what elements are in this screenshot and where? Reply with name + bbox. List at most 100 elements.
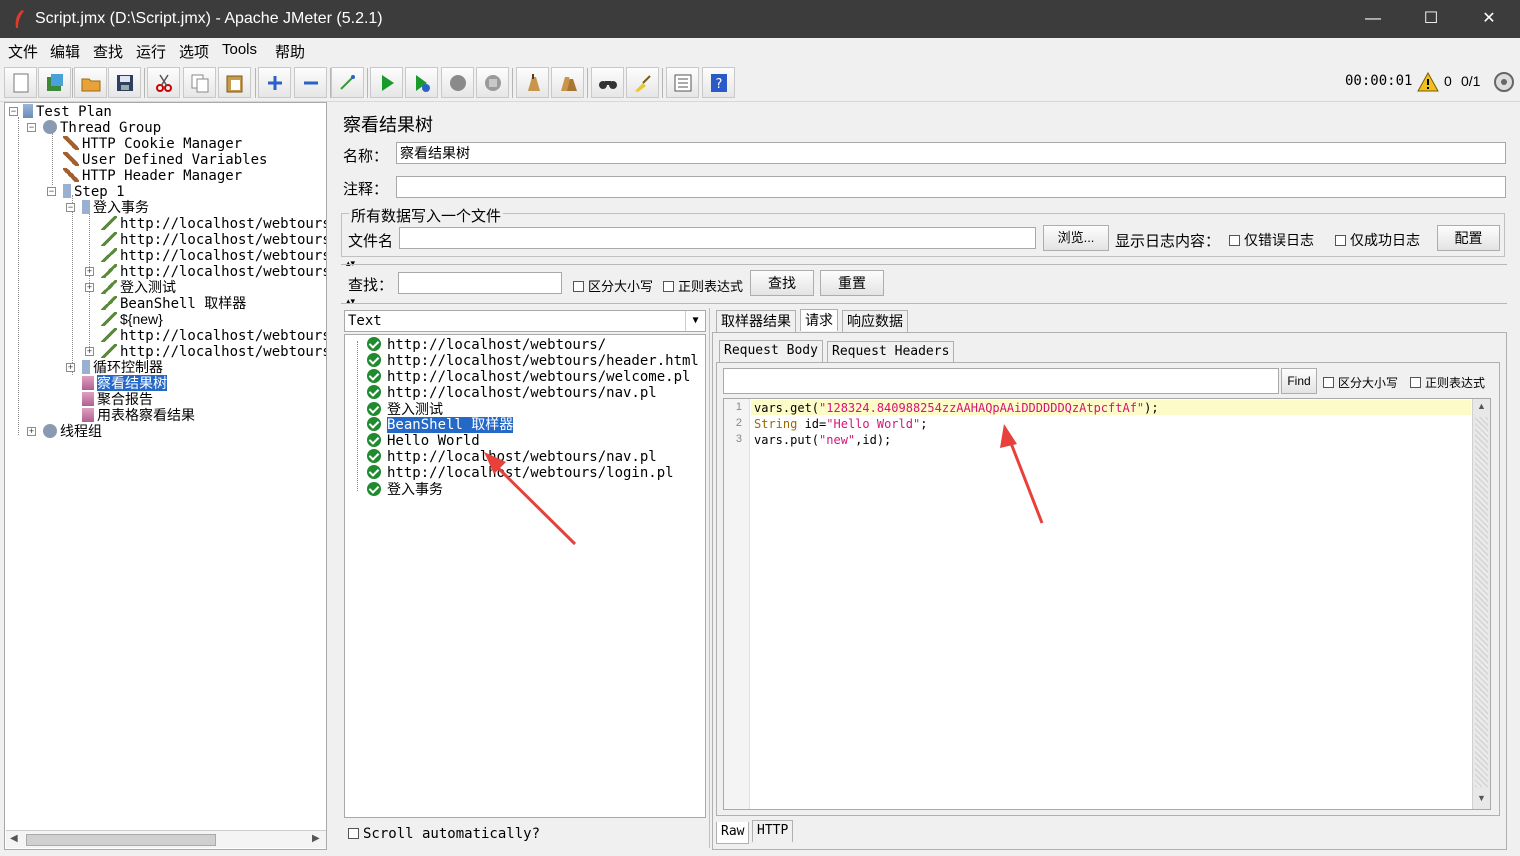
result-item[interactable]: Hello World [367, 433, 480, 449]
name-field[interactable]: 察看结果树 [396, 142, 1506, 164]
copy-icon[interactable] [183, 67, 216, 98]
tab-request[interactable]: 请求 [800, 309, 838, 331]
request-body-editor[interactable]: 1 2 3 vars.get("128324.840988254zzAAHAQp… [723, 398, 1491, 810]
cut-icon[interactable] [147, 67, 180, 98]
result-item[interactable]: http://localhost/webtours/login.pl [367, 465, 674, 481]
tree-node-view-results-tree[interactable]: 察看结果树 [82, 375, 167, 391]
menu-options[interactable]: 选项 [179, 41, 209, 62]
tab-sampler-result[interactable]: 取样器结果 [716, 310, 796, 332]
tree-expander[interactable]: + [85, 283, 94, 292]
chevron-down-icon[interactable]: ▼ [685, 311, 705, 331]
browse-button[interactable]: 浏览... [1043, 225, 1109, 251]
tree-expander[interactable]: − [9, 107, 18, 116]
comment-field[interactable] [396, 176, 1506, 198]
body-regex-checkbox[interactable]: 正则表达式 [1410, 374, 1485, 391]
tree-node-beanshell-sampler[interactable]: BeanShell 取样器 [101, 295, 246, 312]
tree-node-loop-controller[interactable]: 循环控制器 [82, 359, 163, 375]
body-find-button[interactable]: Find [1281, 368, 1317, 394]
clear-all-icon[interactable] [551, 67, 584, 98]
tree-horizontal-scrollbar[interactable]: ◀ ▶ [6, 830, 326, 848]
tree-node-http-sampler[interactable]: http://localhost/webtours/ [101, 327, 326, 344]
tree-expander[interactable]: + [85, 347, 94, 356]
function-helper-icon[interactable] [666, 67, 699, 98]
tab-response-data[interactable]: 响应数据 [842, 310, 908, 332]
tree-expander[interactable]: − [66, 203, 75, 212]
tree-node-http-sampler[interactable]: http://localhost/webtours/ [101, 215, 326, 232]
tree-node-http-sampler[interactable]: http://localhost/webtours/ [101, 247, 326, 264]
case-sensitive-checkbox[interactable]: 区分大小写 [573, 276, 653, 295]
tree-node-aggregate-report[interactable]: 聚合报告 [82, 391, 153, 407]
clear-icon[interactable] [516, 67, 549, 98]
scroll-automatically-checkbox[interactable]: Scroll automatically? [348, 826, 540, 842]
tree-node-new-variable-sampler[interactable]: ${new} [101, 311, 163, 327]
result-item[interactable]: 登入测试 [367, 401, 443, 417]
new-icon[interactable] [4, 67, 37, 98]
maximize-button[interactable]: ☐ [1402, 0, 1460, 38]
collapse-icon[interactable] [294, 67, 327, 98]
reset-search-icon[interactable] [626, 67, 659, 98]
filename-field[interactable] [399, 227, 1036, 249]
success-only-checkbox[interactable]: 仅成功日志 [1335, 230, 1420, 250]
result-item[interactable]: http://localhost/webtours/nav.pl [367, 385, 657, 401]
tree-node-thread-group-2[interactable]: 线程组 [43, 423, 102, 439]
tree-expander[interactable]: − [27, 123, 36, 132]
menu-file[interactable]: 文件 [8, 41, 38, 62]
tree-node-http-sampler[interactable]: http://localhost/webtours/ [101, 263, 326, 280]
reset-button[interactable]: 重置 [820, 270, 884, 296]
expand-icon[interactable] [258, 67, 291, 98]
open-icon[interactable] [74, 67, 107, 98]
save-icon[interactable] [108, 67, 141, 98]
tree-node-user-variables[interactable]: User Defined Variables [63, 151, 267, 168]
menu-run[interactable]: 运行 [136, 41, 166, 62]
subtab-request-headers[interactable]: Request Headers [827, 341, 955, 363]
find-button[interactable]: 查找 [750, 270, 814, 296]
body-case-sensitive-checkbox[interactable]: 区分大小写 [1323, 374, 1398, 391]
regex-checkbox[interactable]: 正则表达式 [663, 276, 743, 295]
menu-search[interactable]: 查找 [93, 41, 123, 62]
tree-expander[interactable]: + [85, 267, 94, 276]
result-item[interactable]: http://localhost/webtours/ [367, 337, 606, 353]
tree-node-login-test[interactable]: 登入测试 [101, 279, 176, 295]
tree-node-http-sampler[interactable]: http://localhost/webtours/ [101, 343, 326, 360]
subtab-request-body[interactable]: Request Body [719, 340, 823, 362]
stop-icon[interactable] [441, 67, 474, 98]
start-no-pause-icon[interactable] [405, 67, 438, 98]
minimize-button[interactable]: — [1344, 0, 1402, 38]
errors-only-checkbox[interactable]: 仅错误日志 [1229, 230, 1314, 250]
tree-node-thread-group[interactable]: Thread Group [43, 119, 161, 136]
templates-icon[interactable] [38, 67, 71, 98]
renderer-select[interactable]: Text ▼ [344, 310, 706, 332]
configure-button[interactable]: 配置 [1437, 225, 1500, 251]
tree-node-view-results-table[interactable]: 用表格察看结果 [82, 407, 195, 423]
shutdown-icon[interactable] [476, 67, 509, 98]
help-icon[interactable]: ? [702, 67, 735, 98]
result-item-selected[interactable]: BeanShell 取样器 [367, 417, 514, 433]
menu-tools[interactable]: Tools [222, 41, 257, 58]
results-list[interactable]: http://localhost/webtours/ http://localh… [344, 334, 706, 818]
test-plan-tree[interactable]: − Test Plan − Thread Group HTTP Cookie M… [4, 102, 327, 850]
result-item[interactable]: http://localhost/webtours/header.html [367, 353, 699, 369]
menu-help[interactable]: 帮助 [275, 41, 305, 62]
body-search-field[interactable] [723, 368, 1279, 394]
tree-node-login-transaction[interactable]: 登入事务 [82, 199, 149, 215]
result-item[interactable]: http://localhost/webtours/nav.pl [367, 449, 657, 465]
paste-icon[interactable] [218, 67, 251, 98]
tree-node-header-manager[interactable]: HTTP Header Manager [63, 167, 242, 184]
result-item[interactable]: 登入事务 [367, 481, 443, 497]
tree-node-test-plan[interactable]: Test Plan [23, 103, 112, 120]
tab-raw[interactable]: Raw [716, 822, 750, 844]
collapse-arrows[interactable]: ▴▾ [346, 296, 355, 307]
tree-expander[interactable]: − [47, 187, 56, 196]
tree-node-http-sampler[interactable]: http://localhost/webtours/ [101, 231, 326, 248]
editor-vertical-scrollbar[interactable]: ▲ ▼ [1472, 399, 1490, 809]
start-icon[interactable] [370, 67, 403, 98]
warning-icon[interactable] [1417, 72, 1439, 92]
tab-http[interactable]: HTTP [752, 820, 794, 842]
toggle-icon[interactable] [331, 67, 364, 98]
tree-expander[interactable]: + [27, 427, 36, 436]
tree-node-step1[interactable]: Step 1 [63, 183, 125, 200]
result-item[interactable]: http://localhost/webtours/welcome.pl [367, 369, 690, 385]
search-icon[interactable] [591, 67, 624, 98]
tree-expander[interactable]: + [66, 363, 75, 372]
close-button[interactable]: ✕ [1460, 0, 1518, 38]
